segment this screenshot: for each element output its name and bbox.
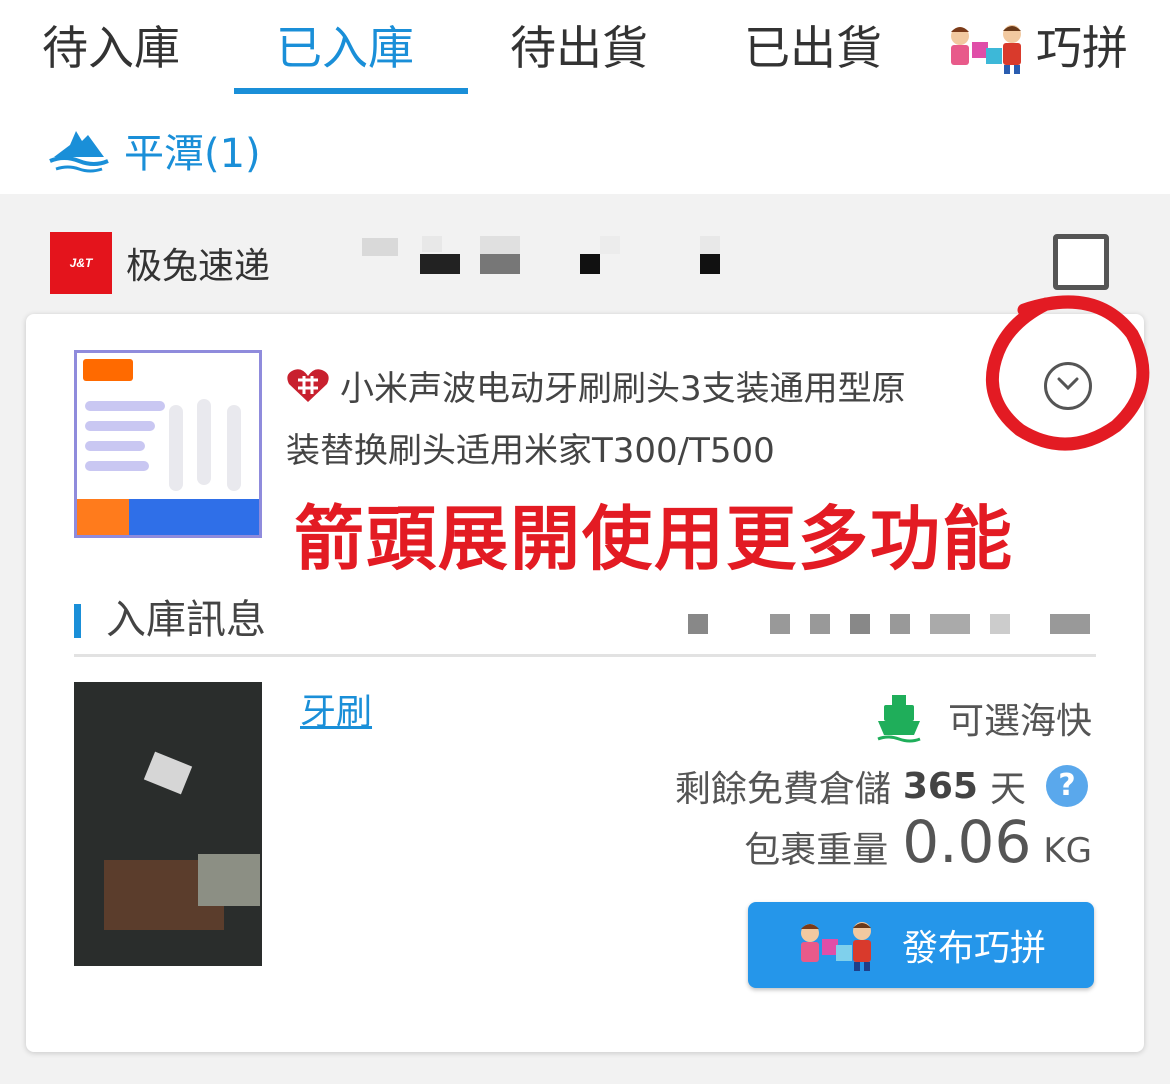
package-card: 小米声波电动牙刷刷头3支装通用型原 装替换刷头适用米家T300/T500 箭頭展… — [26, 295, 1150, 1052]
tab-pending-outbound[interactable]: 待出貨 — [510, 18, 648, 78]
toothbrush-head-3 — [227, 405, 241, 491]
region-filter[interactable]: 平潭(1) — [48, 120, 261, 180]
weight-unit: KG — [1043, 831, 1092, 871]
promo-banner — [77, 499, 259, 535]
weight-value: 0.06 — [902, 808, 1032, 876]
help-icon[interactable]: ? — [1046, 765, 1088, 807]
tab-pending-inbound[interactable]: 待入庫 — [42, 18, 180, 78]
annotation-text: 箭頭展開使用更多功能 — [294, 498, 1014, 580]
publish-pin-button[interactable]: 發布巧拼 — [748, 902, 1094, 988]
publish-label: 發布巧拼 — [901, 928, 1046, 969]
tab-shipped[interactable]: 已出貨 — [744, 18, 882, 78]
shipping-text: 可選海快 — [947, 701, 1092, 742]
kids-puzzle-icon — [951, 25, 1021, 74]
carrier-row: J&T 极兔速递 — [50, 232, 1120, 294]
section-divider — [74, 654, 1096, 657]
tab-inbound[interactable]: 已入庫 — [276, 18, 414, 78]
toothbrush-head-1 — [169, 405, 183, 491]
package-photo[interactable] — [74, 682, 262, 966]
package-weight: 包裹重量 0.06 KG — [744, 808, 1092, 878]
storage-label: 剩餘免費倉儲 — [674, 769, 891, 810]
tab-pin-label: 巧拼 — [1036, 21, 1128, 75]
product-thumbnail[interactable] — [74, 350, 262, 538]
island-icon — [49, 131, 109, 173]
tmall-icon — [287, 369, 329, 402]
storage-days: 365 — [902, 765, 978, 807]
ship-icon — [877, 695, 921, 743]
carrier-logo: J&T — [50, 232, 112, 294]
package-select-checkbox[interactable] — [1053, 234, 1109, 290]
tab-pin[interactable]: 巧拼 — [946, 18, 1128, 78]
toothbrush-head-2 — [197, 399, 211, 485]
carrier-name: 极兔速递 — [126, 246, 271, 287]
region-label: 平潭(1) — [124, 131, 261, 177]
store-badge — [83, 359, 133, 381]
inbound-date-redacted — [686, 614, 1096, 634]
weight-label: 包裹重量 — [744, 830, 889, 871]
item-name-link[interactable]: 牙刷 — [300, 688, 372, 738]
shipping-option: 可選海快 — [876, 690, 1092, 746]
expand-chevron-button[interactable] — [1044, 362, 1092, 410]
active-tab-indicator — [234, 88, 468, 94]
section-title: 入庫訊息 — [106, 597, 266, 643]
tracking-number-redacted — [310, 232, 740, 294]
product-title: 小米声波电动牙刷刷头3支装通用型原 装替换刷头适用米家T300/T500 — [286, 369, 906, 471]
storage-unit: 天 — [989, 769, 1026, 810]
free-storage-info: 剩餘免費倉儲 365 天 ? — [675, 758, 1088, 814]
section-accent-bar — [74, 604, 81, 638]
kids-puzzle-icon — [800, 922, 871, 971]
top-header: 待入庫 已入庫 待出貨 已出貨 巧拼 平潭(1) — [0, 0, 1170, 194]
chevron-down-icon — [1057, 377, 1079, 391]
